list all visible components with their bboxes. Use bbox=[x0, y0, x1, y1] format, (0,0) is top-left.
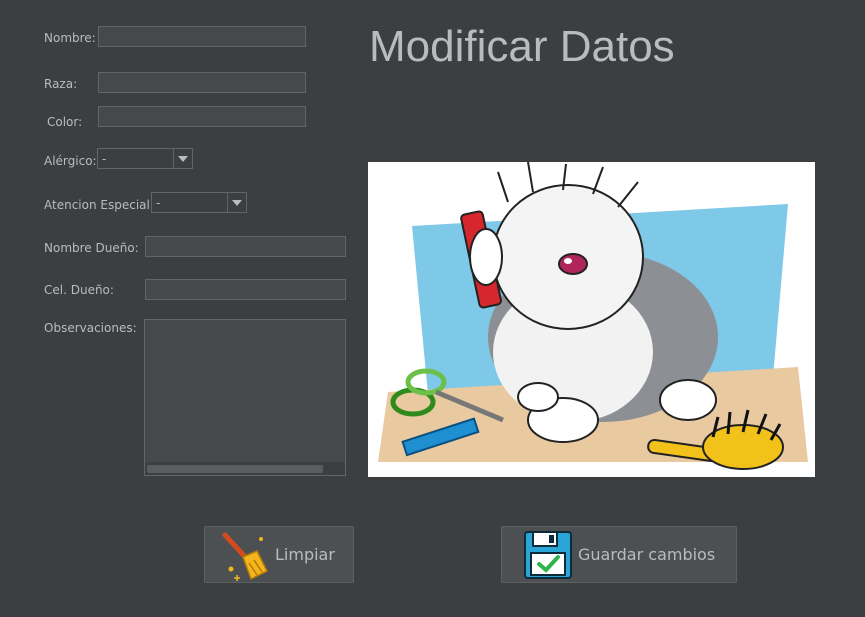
guardar-cambios-label: Guardar cambios bbox=[578, 545, 716, 564]
atencion-especial-select[interactable]: - bbox=[151, 192, 247, 213]
alergico-value: - bbox=[102, 152, 107, 166]
atencion-especial-label: Atencion Especial: bbox=[44, 198, 154, 212]
chevron-down-icon[interactable] bbox=[173, 149, 192, 168]
broom-icon bbox=[222, 532, 269, 581]
nombre-dueno-field[interactable] bbox=[145, 236, 346, 257]
atencion-especial-value: - bbox=[156, 196, 161, 210]
nombre-label: Nombre: bbox=[44, 31, 96, 45]
floppy-disk-check-icon bbox=[524, 530, 572, 579]
limpiar-button[interactable]: Limpiar bbox=[204, 526, 354, 583]
limpiar-label: Limpiar bbox=[275, 545, 335, 564]
observaciones-label: Observaciones: bbox=[44, 321, 137, 335]
alergico-label: Alérgico: bbox=[44, 154, 97, 168]
page-title: Modificar Datos bbox=[369, 22, 675, 71]
guardar-cambios-button[interactable]: Guardar cambios bbox=[501, 526, 737, 583]
cel-dueno-label: Cel. Dueño: bbox=[44, 283, 114, 297]
cel-dueno-field[interactable] bbox=[145, 279, 346, 300]
observaciones-scrollpane bbox=[144, 319, 346, 476]
nombre-field[interactable] bbox=[98, 26, 306, 47]
nombre-dueno-label: Nombre Dueño: bbox=[44, 241, 139, 255]
color-label: Color: bbox=[47, 115, 83, 129]
scrollbar-thumb[interactable] bbox=[147, 465, 323, 473]
sheepdog-image bbox=[378, 162, 808, 470]
raza-field[interactable] bbox=[98, 72, 306, 93]
horizontal-scrollbar[interactable] bbox=[145, 462, 345, 475]
alergico-select[interactable]: - bbox=[97, 148, 193, 169]
raza-label: Raza: bbox=[44, 77, 78, 91]
observaciones-textarea[interactable] bbox=[145, 320, 345, 461]
dog-grooming-illustration bbox=[368, 162, 815, 477]
color-field[interactable] bbox=[98, 106, 306, 127]
chevron-down-icon[interactable] bbox=[227, 193, 246, 212]
